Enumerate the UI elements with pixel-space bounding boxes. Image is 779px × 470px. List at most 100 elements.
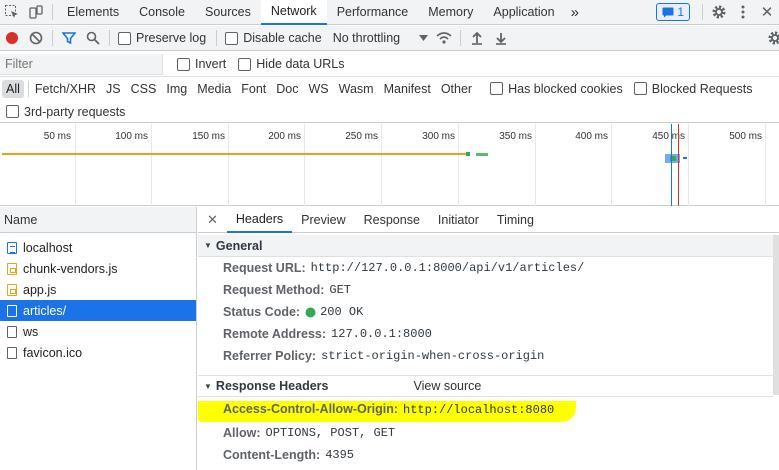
name-column-header[interactable]: Name [0, 207, 196, 233]
type-filter-css[interactable]: CSS [127, 80, 161, 98]
request-row-ws[interactable]: ws [0, 321, 196, 342]
type-filter-fetch-xhr[interactable]: Fetch/XHR [31, 80, 100, 98]
separator [702, 4, 703, 20]
preserve-log-checkbox[interactable]: Preserve log [118, 31, 206, 45]
header-key: Access-Control-Allow-Origin: [223, 401, 399, 416]
tab-response[interactable]: Response [355, 207, 429, 233]
type-filter-img[interactable]: Img [162, 80, 191, 98]
header-row: Content-Length: 4395 [198, 444, 773, 466]
more-options-icon[interactable] [731, 0, 755, 24]
disable-cache-checkbox[interactable]: Disable cache [225, 31, 322, 45]
script-icon [7, 283, 17, 296]
request-row-articles[interactable]: articles/ [0, 300, 196, 321]
tab-memory[interactable]: Memory [418, 0, 483, 25]
status-ok-dot-icon [305, 307, 316, 317]
hide-data-urls-checkbox[interactable]: Hide data URLs [238, 57, 345, 71]
header-row: Request URL: http://127.0.0.1:8000/api/v1… [198, 257, 773, 279]
header-key: Status Code: [223, 305, 301, 319]
tab-sources[interactable]: Sources [195, 0, 261, 25]
clear-icon[interactable] [24, 26, 48, 50]
third-party-requests-checkbox[interactable]: 3rd-party requests [6, 105, 125, 119]
header-value: GET [329, 283, 351, 297]
grid-line [228, 124, 229, 206]
type-filter-doc[interactable]: Doc [272, 80, 302, 98]
request-row-favicon[interactable]: favicon.ico [0, 342, 196, 363]
request-name: favicon.ico [23, 345, 83, 360]
third-party-row: 3rd-party requests [0, 101, 779, 123]
checkbox-box[interactable] [238, 57, 252, 71]
tab-performance[interactable]: Performance [327, 0, 419, 25]
issues-badge[interactable]: 1 [656, 3, 690, 21]
highlight-mark: Access-Control-Allow-Origin: http://local… [198, 400, 577, 422]
checkbox-box[interactable] [118, 31, 131, 45]
type-filter-font[interactable]: Font [237, 80, 270, 98]
more-tabs-button[interactable]: » [565, 0, 585, 25]
header-key: Allow: [223, 426, 261, 440]
import-har-icon[interactable] [465, 26, 489, 50]
close-details-icon[interactable]: ✕ [198, 212, 227, 228]
type-filter-all[interactable]: All [2, 79, 24, 98]
general-section-header[interactable]: ▼ General [198, 235, 773, 257]
tab-timing[interactable]: Timing [488, 207, 543, 233]
grid-line [458, 124, 459, 206]
export-har-icon[interactable] [489, 26, 513, 50]
tab-preview[interactable]: Preview [292, 207, 354, 233]
expand-triangle-icon: ▼ [204, 241, 212, 250]
response-headers-section-header[interactable]: ▼ Response Headers View source [198, 375, 773, 397]
invert-checkbox[interactable]: Invert [177, 57, 226, 71]
header-value: 127.0.0.1:8000 [331, 327, 432, 341]
grid-line [765, 124, 766, 206]
grid-line [304, 124, 305, 206]
network-settings-gear-icon[interactable] [763, 26, 779, 50]
close-devtools-icon[interactable]: ✕ [755, 0, 779, 24]
invert-label: Invert [195, 57, 227, 71]
filter-input[interactable] [0, 53, 163, 75]
blocked-cookies-checkbox[interactable]: Has blocked cookies [490, 82, 623, 96]
header-key: Content-Length: [223, 448, 321, 462]
type-filter-media[interactable]: Media [193, 80, 235, 98]
inspect-element-icon[interactable] [0, 0, 24, 24]
type-filter-wasm[interactable]: Wasm [335, 80, 378, 98]
timeline-tick: 250 ms [345, 131, 378, 142]
tab-application[interactable]: Application [483, 0, 564, 25]
type-filter-js[interactable]: JS [102, 80, 125, 98]
timeline-tick: 150 ms [192, 131, 225, 142]
checkbox-box[interactable] [177, 57, 190, 71]
header-key: Request URL: [223, 261, 306, 275]
tab-network[interactable]: Network [260, 0, 327, 25]
timeline-tick: 500 ms [729, 131, 762, 142]
settings-gear-icon[interactable] [707, 0, 731, 24]
throttling-select[interactable]: No throttling [333, 31, 429, 45]
device-toolbar-icon[interactable] [24, 0, 48, 24]
checkbox-box[interactable] [633, 82, 647, 95]
view-source-link[interactable]: View source [413, 379, 481, 393]
header-row: Referrer Policy: strict-origin-when-cross… [198, 345, 773, 367]
blocked-requests-checkbox[interactable]: Blocked Requests [633, 81, 753, 96]
filter-funnel-icon[interactable] [57, 26, 81, 50]
record-icon[interactable] [0, 26, 24, 50]
request-row-localhost[interactable]: localhost [0, 237, 196, 258]
load-event-marker [678, 124, 679, 206]
header-row: Status Code: 200 OK [198, 301, 773, 323]
tab-headers[interactable]: Headers [226, 207, 293, 233]
timeline-tick: 300 ms [422, 131, 455, 142]
request-bar [683, 157, 687, 159]
type-filter-manifest[interactable]: Manifest [380, 80, 435, 98]
network-conditions-wifi-icon[interactable] [432, 26, 456, 50]
request-row-app-js[interactable]: app.js [0, 279, 196, 300]
search-icon[interactable] [81, 26, 105, 50]
checkbox-box[interactable] [225, 31, 239, 45]
blocked-requests-label: Blocked Requests [651, 81, 753, 96]
request-row-chunk-vendors[interactable]: chunk-vendors.js [0, 258, 196, 279]
tab-initiator[interactable]: Initiator [429, 207, 488, 233]
header-value: OPTIONS, POST, GET [265, 426, 396, 440]
tab-console[interactable]: Console [129, 0, 195, 25]
checkbox-box[interactable] [490, 82, 504, 95]
scrollbar[interactable] [773, 235, 779, 395]
checkbox-box[interactable] [6, 105, 19, 118]
type-filter-other[interactable]: Other [437, 80, 476, 98]
tab-elements[interactable]: Elements [57, 0, 129, 25]
network-overview-timeline[interactable]: 50 ms 100 ms 150 ms 200 ms 250 ms 300 ms… [0, 124, 779, 206]
type-filter-ws[interactable]: WS [304, 80, 332, 98]
request-list: Name localhost chunk-vendors.js app.js a… [0, 207, 197, 470]
